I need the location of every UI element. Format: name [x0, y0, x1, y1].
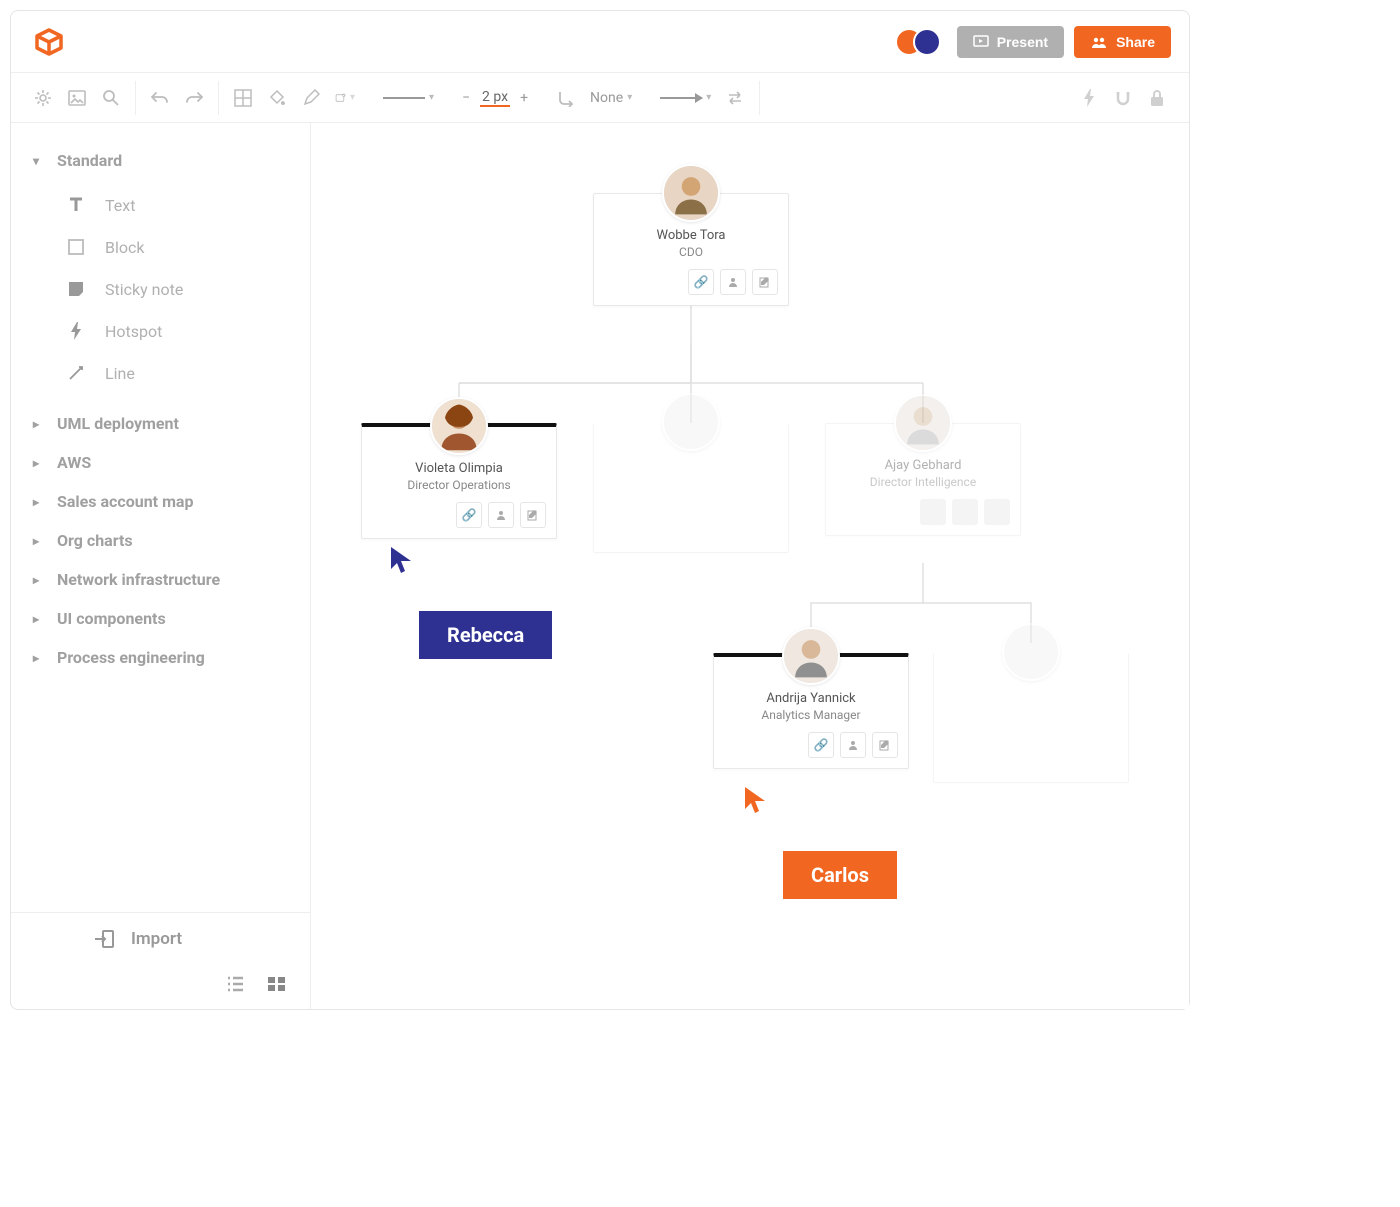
card-title: Director Operations	[372, 478, 546, 492]
text-icon	[65, 194, 87, 216]
avatar-analytics	[782, 627, 840, 685]
avatar-placeholder	[1002, 623, 1060, 681]
avatar-cdo	[662, 164, 720, 222]
link-icon[interactable]: 🔗	[688, 269, 714, 295]
category-org-charts[interactable]: ▸Org charts	[33, 521, 288, 560]
category-sales-account-map[interactable]: ▸Sales account map	[33, 482, 288, 521]
grid-view-icon[interactable]	[266, 975, 288, 993]
card-name: Violeta Olimpia	[372, 461, 546, 476]
category-process-engineering[interactable]: ▸Process engineering	[33, 638, 288, 677]
fill-icon[interactable]	[267, 88, 287, 108]
cursor-label-carlos: Carlos	[783, 851, 897, 899]
lightning-icon[interactable]	[1079, 88, 1099, 108]
edit-icon[interactable]	[872, 732, 898, 758]
person-icon[interactable]	[952, 499, 978, 525]
category-ui-components[interactable]: ▸UI components	[33, 599, 288, 638]
stroke-width-value[interactable]: 2 px	[480, 89, 510, 107]
presence-dot-rebecca[interactable]	[913, 28, 941, 56]
card-title: CDO	[604, 245, 778, 259]
present-button-label: Present	[997, 34, 1048, 50]
share-button[interactable]: Share	[1074, 26, 1171, 58]
org-card-operations[interactable]: Violeta Olimpia Director Operations 🔗	[361, 423, 557, 539]
import-button[interactable]: Import	[11, 912, 310, 965]
card-name: Ajay Gebhard	[836, 458, 1010, 473]
magnet-icon[interactable]	[1113, 88, 1133, 108]
shape-block[interactable]: Block	[65, 226, 288, 268]
avatar-placeholder	[662, 393, 720, 451]
search-icon[interactable]	[101, 88, 121, 108]
category-aws[interactable]: ▸AWS	[33, 443, 288, 482]
canvas[interactable]: Wobbe Tora CDO 🔗 Violeta Olimpia Directo…	[311, 123, 1189, 1009]
card-title: Analytics Manager	[724, 708, 898, 722]
person-icon[interactable]	[488, 502, 514, 528]
list-view-icon[interactable]	[224, 975, 246, 993]
undo-icon[interactable]	[150, 88, 170, 108]
block-icon	[65, 236, 87, 258]
stroke-decrement[interactable]: −	[462, 90, 470, 106]
category-standard[interactable]: ▾Standard	[33, 141, 288, 180]
gear-icon[interactable]	[33, 88, 53, 108]
shape-sticky-note[interactable]: Sticky note	[65, 268, 288, 310]
redo-icon[interactable]	[184, 88, 204, 108]
category-network-infrastructure[interactable]: ▸Network infrastructure	[33, 560, 288, 599]
shape-text[interactable]: Text	[65, 184, 288, 226]
cursor-label-rebecca: Rebecca	[419, 611, 552, 659]
person-icon[interactable]	[720, 269, 746, 295]
org-card-cdo[interactable]: Wobbe Tora CDO 🔗	[593, 193, 789, 306]
image-icon[interactable]	[67, 88, 87, 108]
stroke-increment[interactable]: +	[520, 90, 528, 106]
grid-icon[interactable]	[233, 88, 253, 108]
style-preset-icon[interactable]: ▾	[335, 88, 355, 108]
arrow-style-dropdown[interactable]: ▾	[660, 92, 711, 103]
share-button-label: Share	[1116, 34, 1155, 50]
hotspot-icon	[65, 320, 87, 342]
link-icon[interactable]: 🔗	[456, 502, 482, 528]
line-style-dropdown[interactable]: ▾	[383, 92, 434, 103]
line-arc-dropdown[interactable]: None▾	[590, 90, 632, 106]
link-icon[interactable]: 🔗	[808, 732, 834, 758]
shape-line[interactable]: Line	[65, 352, 288, 394]
org-card-intelligence[interactable]: Ajay Gebhard Director Intelligence	[825, 423, 1021, 536]
card-title: Director Intelligence	[836, 475, 1010, 489]
card-name: Andrija Yannick	[724, 691, 898, 706]
line-routing-icon[interactable]	[556, 88, 576, 108]
org-card-placeholder-2[interactable]	[933, 653, 1129, 783]
presence-avatars[interactable]	[895, 28, 941, 56]
link-icon[interactable]	[920, 499, 946, 525]
remote-cursor-carlos: Carlos	[743, 785, 897, 899]
import-icon	[93, 929, 115, 949]
remote-cursor-rebecca: Rebecca	[389, 545, 552, 659]
present-button[interactable]: Present	[957, 26, 1064, 58]
edit-icon[interactable]	[984, 499, 1010, 525]
swap-endpoints-icon[interactable]	[725, 88, 745, 108]
category-uml-deployment[interactable]: ▸UML deployment	[33, 404, 288, 443]
org-card-placeholder-1[interactable]	[593, 423, 789, 553]
sticky-note-icon	[65, 278, 87, 300]
pencil-icon[interactable]	[301, 88, 321, 108]
avatar-intelligence	[894, 394, 952, 452]
line-icon	[65, 362, 87, 384]
org-card-analytics[interactable]: Andrija Yannick Analytics Manager 🔗	[713, 653, 909, 769]
edit-icon[interactable]	[520, 502, 546, 528]
avatar-operations	[430, 397, 488, 455]
lock-icon[interactable]	[1147, 88, 1167, 108]
edit-icon[interactable]	[752, 269, 778, 295]
card-name: Wobbe Tora	[604, 228, 778, 243]
shape-hotspot[interactable]: Hotspot	[65, 310, 288, 352]
app-logo[interactable]	[29, 22, 69, 62]
person-icon[interactable]	[840, 732, 866, 758]
